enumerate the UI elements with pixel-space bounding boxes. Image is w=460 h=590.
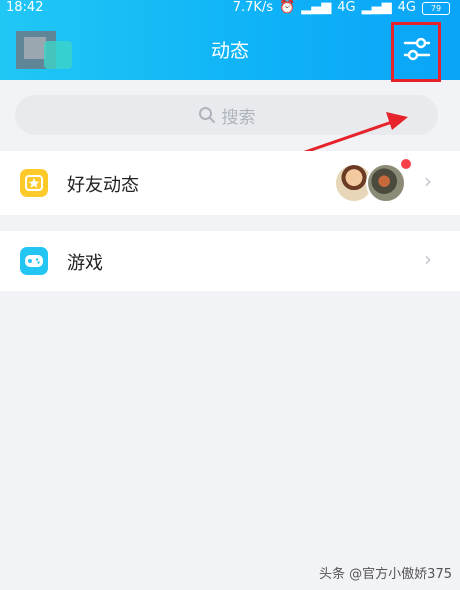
search-bar[interactable]: 搜索 [15, 95, 438, 135]
chevron-right-icon: › [424, 169, 432, 193]
list-item-label: 好友动态 [67, 175, 139, 196]
status-indicators: 7.7K/s ⏰ ▂▄▆ 4G ▂▄▆ 4G 79 [233, 0, 450, 16]
battery-icon: 79 [422, 1, 450, 15]
signal-icon-2: ▂▄▆ [361, 0, 392, 15]
list-item-games[interactable]: 游戏 › [0, 231, 460, 291]
signal-label-2: 4G [397, 0, 416, 15]
status-time: 18:42 [6, 0, 44, 15]
battery-level: 79 [430, 3, 442, 13]
alarm-icon: ⏰ [279, 0, 296, 15]
signal-icon: ▂▄▆ [301, 0, 332, 15]
friend-avatars [334, 163, 414, 205]
annotation-highlight-box [391, 22, 441, 82]
friend-avatar [366, 163, 406, 203]
network-speed: 7.7K/s [232, 0, 274, 15]
annotation-arrow [280, 112, 408, 162]
watermark-text: 头条 @官方小傲娇375 [319, 567, 452, 582]
gamepad-icon [20, 247, 48, 275]
new-badge [401, 159, 411, 169]
search-placeholder: 搜索 [221, 107, 256, 128]
watermark: 头条 @官方小傲娇375 [319, 563, 452, 582]
list-item-label: 游戏 [67, 253, 103, 274]
signal-label-1: 4G [337, 0, 356, 15]
star-icon [20, 169, 48, 197]
status-bar: 18:42 7.7K/s ⏰ ▂▄▆ 4G ▂▄▆ 4G 79 [0, 0, 460, 16]
search-icon [198, 107, 215, 123]
chevron-right-icon: › [424, 247, 432, 271]
